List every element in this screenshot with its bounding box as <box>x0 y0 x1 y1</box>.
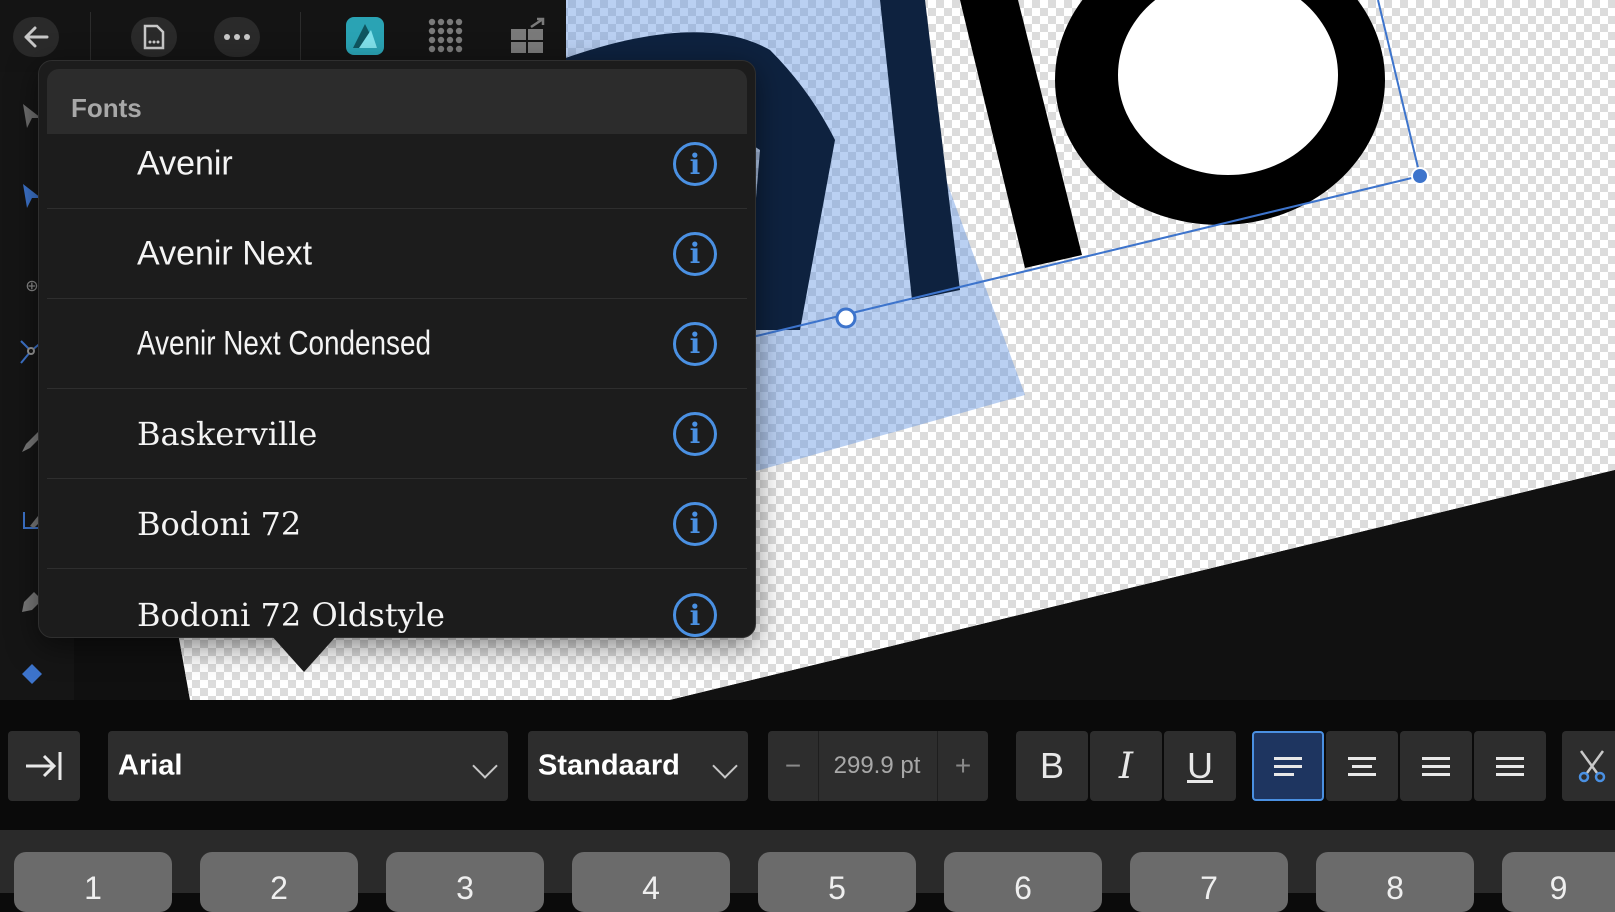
align-left-icon <box>1274 756 1302 776</box>
tab-indent-icon <box>26 752 62 780</box>
underline-label: U <box>1187 745 1213 786</box>
fonts-popover: Fonts Avenir i Avenir Next i Avenir Next… <box>38 60 756 638</box>
popover-arrow <box>270 634 338 672</box>
text-context-toolbar: Arial Standaard − 299.9 pt + B I U <box>0 700 1615 830</box>
key-4[interactable]: 4 <box>572 852 730 912</box>
align-right-icon <box>1422 756 1450 776</box>
font-size-stepper: − 299.9 pt + <box>768 731 988 801</box>
size-increment-button[interactable]: + <box>937 731 988 801</box>
font-style-value: Standaard <box>538 749 680 782</box>
font-size-value[interactable]: 299.9 pt <box>818 731 936 801</box>
info-icon[interactable]: i <box>673 142 717 186</box>
font-item-label: Bodoni 72 Oldstyle <box>137 596 445 634</box>
font-item-label: Avenir <box>137 144 233 183</box>
info-icon[interactable]: i <box>673 501 717 546</box>
designer-persona-icon[interactable] <box>343 14 387 58</box>
bold-label: B <box>1039 745 1064 786</box>
align-center-icon <box>1348 756 1376 776</box>
font-item-label: Bodoni 72 <box>137 504 302 543</box>
font-item-avenir-next[interactable]: Avenir Next i <box>47 209 747 299</box>
fonts-popover-header: Fonts <box>47 69 747 134</box>
tab-indent-button[interactable] <box>8 731 80 801</box>
export-persona-icon[interactable] <box>506 14 550 58</box>
fonts-popover-title: Fonts <box>71 93 142 123</box>
font-item-label: Avenir Next Condensed <box>137 324 431 362</box>
bold-button[interactable]: B <box>1016 731 1088 801</box>
font-style-dropdown[interactable]: Standaard <box>528 731 748 801</box>
fonts-list[interactable]: Avenir i Avenir Next i Avenir Next Conde… <box>47 134 747 637</box>
font-item-avenir[interactable]: Avenir i <box>47 134 747 209</box>
info-icon[interactable]: i <box>673 231 717 276</box>
back-arrow-icon[interactable] <box>13 17 59 57</box>
document-icon[interactable] <box>131 17 177 57</box>
font-family-value: Arial <box>118 749 183 782</box>
key-5[interactable]: 5 <box>758 852 916 912</box>
italic-button[interactable]: I <box>1090 731 1162 801</box>
key-8[interactable]: 8 <box>1316 852 1474 912</box>
font-item-label: Baskerville <box>137 414 318 453</box>
font-item-label: Avenir Next <box>137 234 313 272</box>
key-7[interactable]: 7 <box>1130 852 1288 912</box>
align-right-button[interactable] <box>1400 731 1472 801</box>
background-shape <box>670 470 1615 700</box>
cut-button[interactable] <box>1562 731 1615 801</box>
more-icon[interactable] <box>214 17 260 57</box>
font-family-dropdown[interactable]: Arial <box>108 731 508 801</box>
chevron-down-icon <box>712 753 738 779</box>
info-icon[interactable]: i <box>673 411 717 456</box>
font-item-avenir-next-condensed[interactable]: Avenir Next Condensed i <box>47 299 747 389</box>
toolbar-divider <box>300 12 301 60</box>
selection-handle-corner <box>1411 167 1429 185</box>
on-screen-keyboard: 1 2 3 4 5 6 7 8 9 <box>0 830 1615 912</box>
italic-label: I <box>1118 745 1134 787</box>
size-decrement-button[interactable]: − <box>768 731 819 801</box>
toolbar-divider <box>90 12 91 60</box>
fill-tool-icon[interactable] <box>18 658 46 686</box>
align-left-button[interactable] <box>1252 731 1324 801</box>
underline-button[interactable]: U <box>1164 731 1236 801</box>
justify-button[interactable] <box>1474 731 1546 801</box>
key-9[interactable]: 9 <box>1502 852 1615 912</box>
key-1[interactable]: 1 <box>14 852 172 912</box>
font-item-bodoni-72[interactable]: Bodoni 72 i <box>47 479 747 569</box>
scissors-icon <box>1578 750 1606 783</box>
info-icon[interactable]: i <box>673 593 717 637</box>
font-item-bodoni-72-oldstyle[interactable]: Bodoni 72 Oldstyle i <box>47 569 747 637</box>
key-2[interactable]: 2 <box>200 852 358 912</box>
info-icon[interactable]: i <box>673 321 717 366</box>
font-item-baskerville[interactable]: Baskerville i <box>47 389 747 479</box>
pixel-persona-icon[interactable] <box>424 14 468 58</box>
selection-handle-mid <box>835 307 857 329</box>
align-center-button[interactable] <box>1326 731 1398 801</box>
key-6[interactable]: 6 <box>944 852 1102 912</box>
key-3[interactable]: 3 <box>386 852 544 912</box>
chevron-down-icon <box>472 753 498 779</box>
justify-icon <box>1496 756 1524 776</box>
